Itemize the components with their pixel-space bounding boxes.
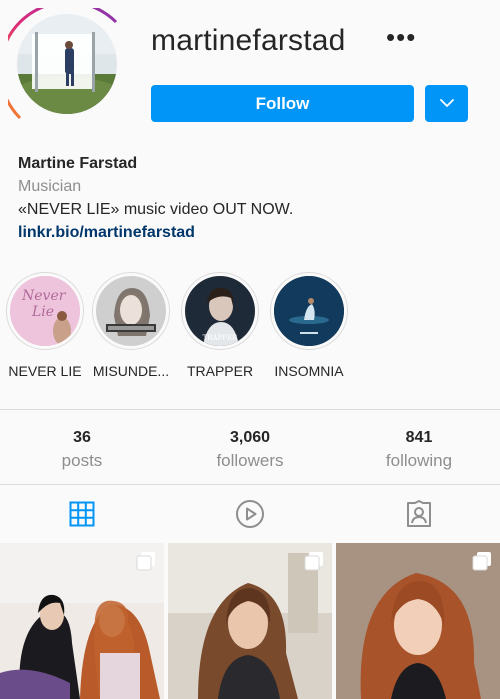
highlight-label: NEVER LIE bbox=[8, 363, 82, 379]
profile-stats: 36 posts 3,060 followers 841 following bbox=[0, 409, 500, 485]
highlight-never-lie: Never Lie bbox=[10, 276, 80, 346]
more-options-icon[interactable]: ••• bbox=[386, 22, 416, 52]
posts-count: 36 bbox=[73, 429, 91, 446]
bio-text: «NEVER LIE» music video OUT NOW. bbox=[18, 201, 294, 218]
follow-button[interactable]: Follow bbox=[151, 85, 414, 122]
tab-reels[interactable] bbox=[234, 498, 266, 530]
profile-bio: Martine Farstad Musician «NEVER LIE» mus… bbox=[18, 152, 488, 244]
followers-count: 3,060 bbox=[229, 429, 271, 446]
highlight-ring: Never Lie bbox=[6, 272, 84, 350]
post-thumbnail[interactable] bbox=[168, 543, 332, 699]
following-stat[interactable]: 841 following bbox=[359, 428, 479, 474]
highlight-item[interactable]: MISUNDE... bbox=[86, 272, 176, 379]
multiple-posts-icon bbox=[472, 552, 491, 571]
highlight-item[interactable]: INSOMNIA bbox=[264, 272, 354, 379]
highlight-ring: TRAPPER bbox=[181, 272, 259, 350]
trapper-text: TRAPPER bbox=[203, 334, 239, 342]
profile-header: martinefarstad ••• Follow bbox=[0, 0, 500, 150]
following-label: following bbox=[385, 451, 453, 470]
never-text: Never bbox=[21, 288, 67, 304]
posts-grid bbox=[0, 543, 500, 699]
posts-stat[interactable]: 36 posts bbox=[22, 428, 142, 474]
suggested-dropdown-button[interactable] bbox=[425, 85, 468, 122]
display-name: Martine Farstad bbox=[18, 155, 138, 172]
post-thumbnail[interactable] bbox=[336, 543, 500, 699]
highlight-trapper: TRAPPER bbox=[185, 276, 255, 346]
highlight-label: TRAPPER bbox=[186, 363, 254, 379]
reels-icon bbox=[236, 500, 264, 528]
posts-label: posts bbox=[61, 451, 103, 470]
followers-stat[interactable]: 3,060 followers bbox=[190, 428, 310, 474]
post-thumbnail[interactable] bbox=[0, 543, 164, 699]
highlight-label: INSOMNIA bbox=[274, 363, 344, 379]
highlight-misunderstood bbox=[96, 276, 166, 346]
multiple-posts-icon bbox=[136, 552, 155, 571]
bio-link[interactable]: linkr.bio/martinefarstad bbox=[18, 221, 488, 244]
highlight-insomnia bbox=[274, 276, 344, 346]
highlight-ring bbox=[270, 272, 348, 350]
multiple-posts-icon bbox=[304, 552, 323, 571]
tagged-icon bbox=[407, 500, 431, 527]
highlight-item[interactable]: TRAPPER TRAPPER bbox=[175, 272, 265, 379]
highlight-label: MISUNDE... bbox=[92, 363, 170, 379]
tab-tagged[interactable] bbox=[403, 498, 435, 530]
highlight-item[interactable]: Never Lie NEVER LIE bbox=[0, 272, 90, 379]
username: martinefarstad bbox=[151, 24, 346, 57]
chevron-down-icon bbox=[439, 99, 454, 107]
story-highlights: Never Lie NEVER LIE MISUNDE... TRAPPER T… bbox=[0, 272, 500, 382]
lie-text: Lie bbox=[31, 304, 54, 320]
avatar[interactable] bbox=[17, 14, 117, 114]
followers-label: followers bbox=[216, 451, 284, 470]
highlight-ring bbox=[92, 272, 170, 350]
avatar-photo bbox=[17, 14, 117, 114]
tab-posts[interactable] bbox=[66, 498, 98, 530]
category-label: Musician bbox=[18, 178, 82, 195]
following-count: 841 bbox=[405, 429, 433, 446]
grid-icon bbox=[69, 501, 95, 527]
profile-tabs bbox=[0, 486, 500, 542]
